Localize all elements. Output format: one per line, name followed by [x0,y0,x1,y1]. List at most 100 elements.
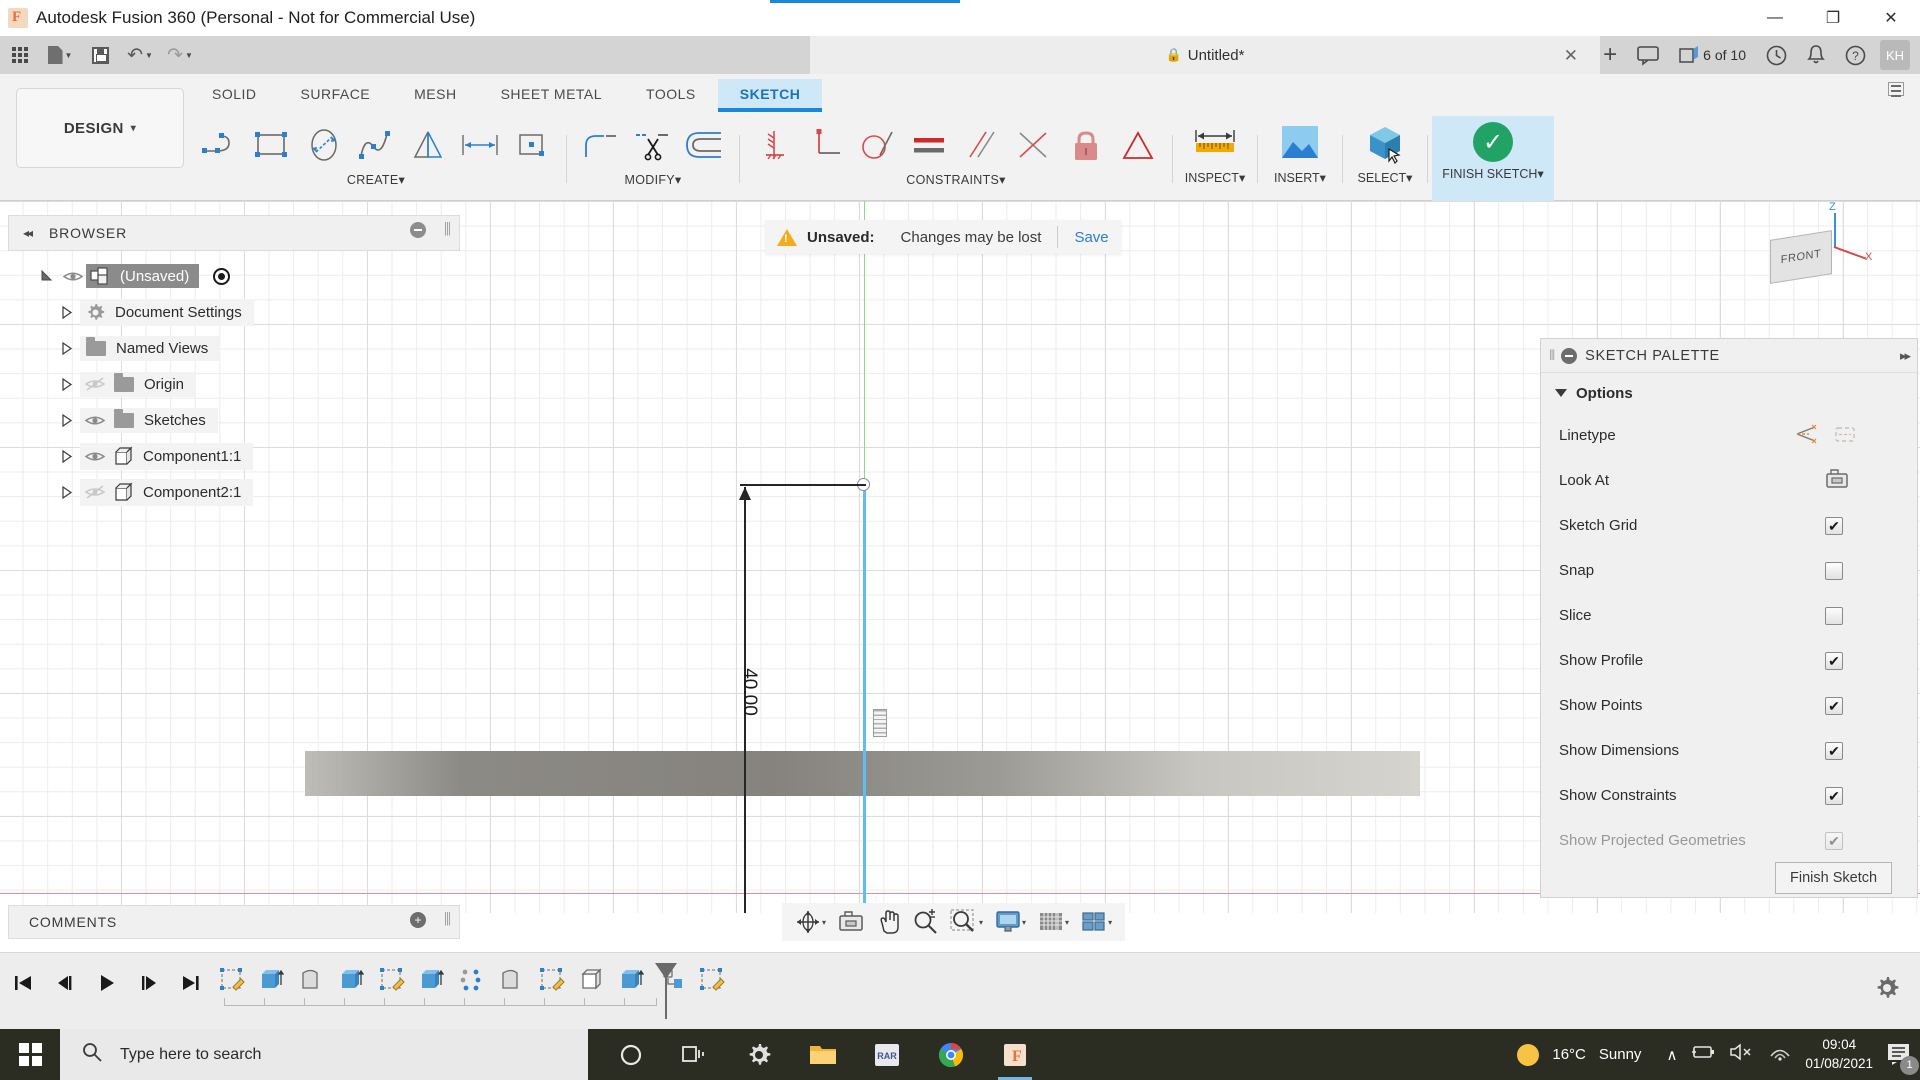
panel-constraints-label[interactable]: CONSTRAINTS▾ [906,172,1005,187]
show-constraints-checkbox[interactable] [1825,786,1843,805]
close-icon[interactable]: ✕ [1564,46,1578,66]
file-explorer-icon[interactable] [798,1029,848,1080]
panel-finish-sketch-label[interactable]: FINISH SKETCH▾ [1442,166,1543,181]
palette-row-sketch-grid[interactable]: Sketch Grid [1541,503,1917,548]
visibility-eye-icon[interactable] [82,414,108,427]
palette-row-show-dimensions[interactable]: Show Dimensions [1541,728,1917,773]
parallel-constraint[interactable] [956,119,1008,171]
fillet-tool[interactable] [575,119,627,171]
volume-muted-icon[interactable] [1729,1042,1755,1067]
viewports-icon[interactable]: ▾ [1076,905,1117,939]
look-at-icon[interactable] [833,905,869,939]
palette-row-snap[interactable]: Snap [1541,548,1917,593]
tree-row-sketches[interactable]: Sketches [20,402,450,438]
palette-grip-icon[interactable]: ⦀ [1549,347,1555,364]
view-cube-front-face[interactable]: FRONT [1770,230,1832,284]
chevron-down-icon[interactable]: ▾ [1108,918,1112,927]
pan-icon[interactable] [871,905,905,939]
go-to-beginning-icon[interactable] [10,969,36,997]
expand-triangle-icon[interactable] [52,485,80,500]
show-points-checkbox[interactable] [1825,696,1843,715]
panel-insert-label[interactable]: INSERT▾ [1274,170,1326,185]
expand-triangle-icon[interactable] [32,269,60,284]
add-tab-button[interactable]: + [1593,36,1627,74]
snap-checkbox[interactable] [1825,561,1843,580]
expand-triangle-icon[interactable] [52,377,80,392]
expand-triangle-icon[interactable] [52,305,80,320]
options-section-header[interactable]: Options [1541,373,1917,413]
comments-grip-icon[interactable]: ⫼ [444,911,451,928]
trim-tool[interactable] [627,119,679,171]
workspace-switcher[interactable]: DESIGN ▾ [16,88,184,168]
show-dimensions-checkbox[interactable] [1825,741,1843,760]
show-profile-checkbox[interactable] [1825,651,1843,670]
jobs-status[interactable]: 6 of 10 [1669,36,1756,74]
weather-temperature[interactable]: 16°C [1552,1046,1586,1063]
expand-triangle-icon[interactable] [52,341,80,356]
add-comment-button[interactable]: + [410,912,426,928]
expand-triangle-icon[interactable] [52,449,80,464]
wifi-icon[interactable] [1768,1042,1792,1067]
view-cube[interactable]: Z X FRONT [1752,201,1872,309]
visibility-hidden-eye-icon[interactable] [82,377,108,391]
recent-activity-icon[interactable] [1756,36,1797,74]
step-forward-icon[interactable] [136,969,162,997]
panel-create-label[interactable]: CREATE▾ [347,172,405,187]
ribbon-menu-icon[interactable] [1888,82,1904,97]
tab-mesh[interactable]: MESH [392,79,478,109]
visibility-eye-icon[interactable] [60,270,86,283]
go-to-end-icon[interactable] [178,969,204,997]
slice-checkbox[interactable] [1825,606,1843,625]
tab-tools[interactable]: TOOLS [624,79,718,109]
document-tab[interactable]: 🔒 Untitled* ✕ [810,36,1600,74]
expand-triangle-icon[interactable] [52,413,80,428]
dimension-value-label[interactable]: 40.00 [738,668,760,716]
select-tool-icon[interactable] [1362,116,1408,170]
line-tool[interactable] [194,119,246,171]
circle-tool[interactable] [298,119,350,171]
grid-settings-icon[interactable]: ▾ [1033,905,1074,939]
timeline-extrude-feature[interactable] [415,963,449,997]
settings-gear-icon[interactable] [734,1029,784,1080]
collapse-icon[interactable]: ◂◂ [23,226,33,240]
fix-unfix-constraint[interactable] [1060,119,1112,171]
look-at-icon[interactable] [1825,468,1849,494]
minimize-button[interactable]: — [1746,0,1804,36]
tree-row-component1[interactable]: Component1:1 [20,438,450,474]
insert-canvas-icon[interactable] [1278,116,1322,170]
orbit-icon[interactable]: ▾ [790,905,831,939]
fusion360-taskbar-icon[interactable]: F [990,1029,1040,1080]
browser-collapse-dot[interactable] [410,222,426,238]
sketch-line-segment[interactable] [863,484,866,913]
task-view-icon[interactable] [670,1029,720,1080]
user-avatar[interactable]: KH [1880,40,1910,70]
undo-icon[interactable]: ↶ ▼ [120,36,160,74]
normal-linetype-icon[interactable] [1795,423,1819,449]
battery-icon[interactable] [1690,1043,1716,1066]
finish-sketch-button[interactable]: Finish Sketch [1775,862,1893,894]
chevron-down-icon[interactable]: ▼ [185,51,193,60]
palette-row-show-points[interactable]: Show Points [1541,683,1917,728]
notification-center-icon[interactable]: 1 [1886,1042,1919,1075]
spline-tool[interactable] [350,119,402,171]
rectangle-tool[interactable] [246,119,298,171]
step-back-icon[interactable] [52,969,78,997]
tab-sketch[interactable]: SKETCH [717,79,823,112]
chevron-down-icon[interactable]: ▾ [1065,918,1069,927]
timeline-pattern-feature[interactable] [455,963,489,997]
panel-finish-sketch[interactable]: ✓ FINISH SKETCH▾ [1432,116,1554,201]
chevron-down-icon[interactable]: ▼ [65,51,73,60]
tree-row-unsaved[interactable]: (Unsaved) [20,258,450,294]
close-button[interactable]: ✕ [1862,0,1920,36]
chevron-down-icon[interactable]: ▾ [979,918,983,927]
timeline-extrude-feature[interactable] [615,963,649,997]
cortana-icon[interactable] [606,1029,656,1080]
weather-description[interactable]: Sunny [1599,1046,1642,1063]
chevron-down-icon[interactable]: ▾ [822,918,826,927]
point-tool[interactable] [506,119,558,171]
tree-row-named-views[interactable]: Named Views [20,330,450,366]
vertical-constraint-glyph[interactable] [873,709,887,737]
play-icon[interactable] [94,969,120,997]
save-link[interactable]: Save [1074,229,1108,246]
timeline-revolve-feature[interactable] [495,963,529,997]
